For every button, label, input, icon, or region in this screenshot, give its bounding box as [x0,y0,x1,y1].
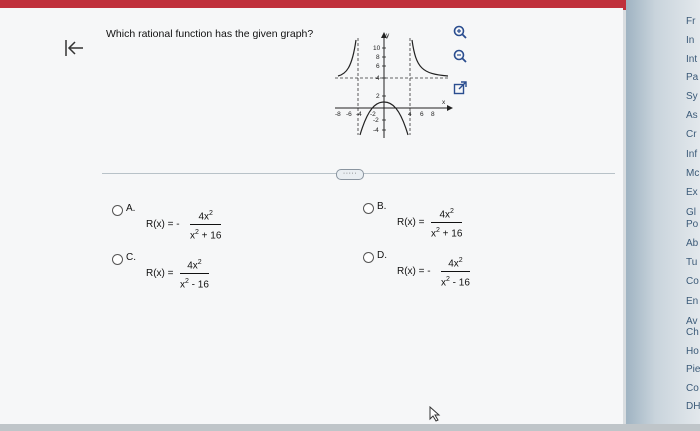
side-item[interactable]: En [686,296,698,307]
y-tick-label: 6 [376,63,380,70]
mouse-pointer-icon [429,406,441,422]
side-item[interactable]: Av [686,316,698,327]
side-item[interactable]: Inf [686,149,697,160]
option-a[interactable]: A. R(x) = - 4x2 x2 + 16 [112,203,252,243]
x-tick-label: -6 [346,111,352,118]
side-item[interactable]: Co [686,276,699,287]
fraction: 4x2 x2 - 16 [180,256,209,292]
side-item[interactable]: Ex [686,187,698,198]
numerator-exponent: 2 [209,210,213,217]
fraction: 4x2 x2 + 16 [190,207,222,243]
side-item[interactable]: Mc [686,168,699,179]
x-tick-label: 6 [420,111,424,118]
side-item[interactable]: Tu [686,257,697,268]
numerator-exponent: 2 [197,259,202,266]
zoom-in-icon[interactable] [452,24,468,40]
option-c[interactable]: C. R(x) = 4x2 x2 - 16 [112,252,252,292]
side-item[interactable]: In [686,35,694,46]
side-item[interactable]: Co [686,383,699,394]
side-item[interactable]: Pa [686,72,698,83]
fraction-bar [441,271,470,273]
rational-function-graph[interactable]: y x 10 8 6 4 2 -2 -4 -8 -6 -4 -2 4 6 8 [330,30,455,142]
y-tick-label: 2 [376,93,380,100]
y-tick-label: -4 [373,127,379,134]
fraction-bar [190,224,222,226]
side-item[interactable]: Ho [686,346,699,357]
side-item[interactable]: Po [686,219,698,230]
denominator-tail: + 16 [439,228,463,240]
fraction-bar [180,273,209,275]
radio-button[interactable] [363,252,374,263]
denominator: x2 + 16 [190,226,221,242]
external-link-icon[interactable] [452,80,468,96]
denominator-tail: + 16 [198,230,222,242]
numerator-base: 4x [448,258,459,270]
denominator: x2 - 16 [441,273,470,289]
side-item[interactable]: Ch [686,327,699,338]
fraction: 4x2 x2 + 16 [431,205,463,241]
numerator: 4x2 [180,256,209,272]
side-item[interactable]: Sy [686,91,698,102]
numerator: 4x2 [190,207,221,223]
side-item[interactable]: Ab [686,238,698,249]
radio-button[interactable] [363,203,374,214]
radio-button[interactable] [112,205,123,216]
option-letter: A. [126,203,136,214]
question-screen: Which rational function has the given gr… [0,8,623,426]
right-side-panel: Fr In Int Pa Sy As Cr Inf Mc Ex Gl Po Ab… [626,0,700,431]
formula-lhs: R(x) = [397,217,425,228]
y-tick-label: 4 [376,75,380,82]
denominator-tail: - 16 [449,277,470,289]
fraction: 4x2 x2 - 16 [441,254,470,290]
x-tick-label: 8 [431,111,435,118]
option-letter: D. [377,250,387,261]
option-b[interactable]: B. R(x) = 4x2 x2 + 16 [363,201,503,241]
question-text: Which rational function has the given gr… [106,28,314,40]
denominator: x2 + 16 [431,224,462,240]
option-letter: C. [126,252,136,263]
formula-lhs: R(x) = - [146,219,180,230]
option-letter: B. [377,201,387,212]
y-tick-label: 8 [376,54,380,61]
x-tick-label: -4 [356,111,362,118]
numerator: 4x2 [431,205,462,221]
option-d[interactable]: D. R(x) = - 4x2 x2 - 16 [363,250,513,290]
side-item[interactable]: Fr [686,16,695,27]
more-button[interactable]: ····· [336,169,364,180]
numerator-exponent: 2 [458,257,463,264]
denominator-tail: - 16 [188,279,209,291]
bottom-bezel [0,424,700,431]
x-tick-label: -8 [335,111,341,118]
x-tick-label: -2 [370,111,376,118]
numerator-base: 4x [439,209,451,221]
zoom-out-icon[interactable] [452,48,468,64]
side-item[interactable]: DH [686,401,700,412]
side-item[interactable]: Pie [686,364,700,375]
numerator-base: 4x [187,260,198,272]
numerator: 4x2 [441,254,470,270]
y-tick-label: 10 [373,45,381,52]
fraction-bar [431,222,463,224]
radio-button[interactable] [112,254,123,265]
numerator-base: 4x [198,211,210,223]
side-item[interactable]: Gl [686,207,696,218]
formula-lhs: R(x) = - [397,266,431,277]
back-arrow-bar-icon[interactable] [62,36,86,60]
denominator: x2 - 16 [180,275,209,291]
y-tick-label: -2 [373,117,379,124]
formula-lhs: R(x) = [146,268,174,279]
x-tick-label: 4 [408,111,412,118]
side-item[interactable]: Cr [686,129,697,140]
side-item[interactable]: Int [686,54,697,65]
side-item[interactable]: As [686,110,698,121]
numerator-exponent: 2 [450,208,454,215]
